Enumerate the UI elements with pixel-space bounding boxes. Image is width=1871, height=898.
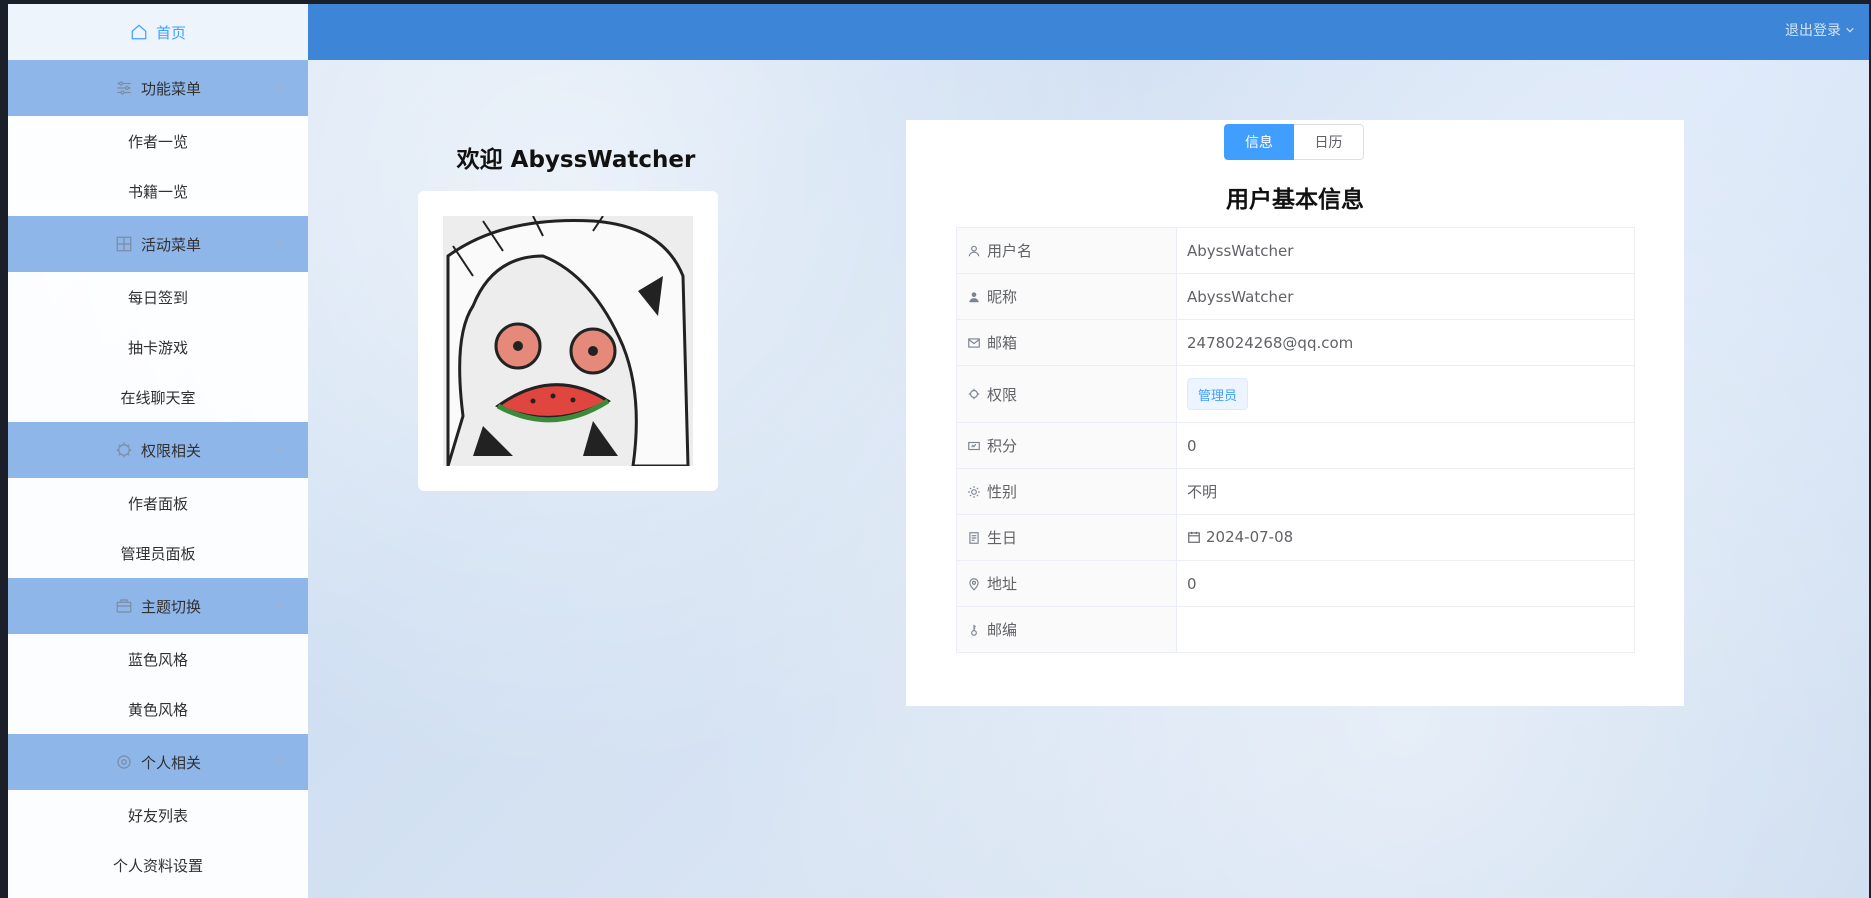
chevron-down-icon (1846, 27, 1854, 33)
home-icon (131, 24, 147, 40)
mail-icon (968, 337, 980, 348)
briefcase-icon (115, 597, 133, 615)
document-icon (969, 531, 979, 544)
submenu-theme[interactable]: 主题切换 (8, 578, 308, 634)
sidebar: 首页 功能菜单 作者一览 书籍一览 活动菜单 每日签到 抽卡游戏 在线聊天室 权… (8, 4, 308, 898)
table-row: 积分 0 (956, 422, 1635, 469)
label-address: 地址 (987, 575, 1018, 593)
sidebar-item-yellow-theme[interactable]: 黄色风格 (8, 684, 308, 734)
table-row: 昵称 AbyssWatcher (956, 273, 1635, 320)
tab-calendar[interactable]: 日历 (1294, 124, 1364, 160)
info-title: 用户基本信息 (1226, 187, 1364, 213)
sidebar-item-profile-settings[interactable]: 个人资料设置 (8, 840, 308, 890)
user-info-table: 用户名 AbyssWatcher 昵称 AbyssWatcher 邮箱 2478… (956, 227, 1635, 653)
label-postcode: 邮编 (987, 621, 1018, 639)
chevron-up-icon (275, 84, 285, 90)
cpu-icon (968, 388, 980, 400)
value-birthday: 2024-07-08 (1206, 527, 1294, 546)
sun-icon (968, 485, 980, 498)
app-window: 首页 功能菜单 作者一览 书籍一览 活动菜单 每日签到 抽卡游戏 在线聊天室 权… (8, 4, 1869, 898)
table-row: 性别 不明 (956, 468, 1635, 515)
label-email: 邮箱 (987, 334, 1018, 352)
table-row: 地址 0 (956, 560, 1635, 607)
submenu-activities[interactable]: 活动菜单 (8, 216, 308, 272)
avatar-card (418, 191, 718, 491)
chevron-up-icon (275, 758, 285, 764)
value-postcode (1176, 606, 1635, 653)
table-row: 权限 管理员 (956, 365, 1635, 423)
chevron-up-icon (275, 240, 285, 246)
user-info-card: 信息 日历 用户基本信息 用户名 AbyssWatcher 昵称 AbyssWa… (906, 120, 1684, 706)
location-icon (969, 577, 979, 591)
grid-icon (115, 235, 133, 253)
sidebar-item-checkin[interactable]: 每日签到 (8, 272, 308, 322)
avatar-image[interactable] (443, 216, 693, 466)
chevron-up-icon (275, 602, 285, 608)
label-points: 积分 (987, 437, 1018, 455)
sidebar-item-friends[interactable]: 好友列表 (8, 790, 308, 840)
ticket-icon (968, 441, 980, 450)
calendar-icon (1188, 531, 1200, 543)
label-birthday: 生日 (987, 529, 1018, 547)
logout-dropdown[interactable]: 退出登录 (1785, 20, 1855, 40)
settings-icon (115, 753, 133, 771)
label-gender: 性别 (987, 483, 1018, 501)
top-header: 退出登录 (308, 4, 1869, 60)
user-icon (968, 245, 980, 256)
sidebar-item-blue-theme[interactable]: 蓝色风格 (8, 634, 308, 684)
submenu-label: 权限相关 (140, 441, 201, 460)
value-email: 2478024268@qq.com (1176, 319, 1635, 366)
cpu-icon (115, 441, 133, 459)
submenu-functions[interactable]: 功能菜单 (8, 60, 308, 116)
label-role: 权限 (987, 385, 1018, 404)
sidebar-item-home[interactable]: 首页 (8, 4, 308, 60)
submenu-permissions[interactable]: 权限相关 (8, 422, 308, 478)
info-tabs: 信息 日历 (1224, 124, 1364, 160)
submenu-label: 个人相关 (140, 753, 201, 772)
chevron-up-icon (275, 446, 285, 452)
welcome-title: 欢迎 AbyssWatcher (456, 147, 696, 173)
sidebar-item-label: 首页 (155, 23, 186, 42)
submenu-label: 功能菜单 (140, 79, 201, 98)
sliders-icon (115, 79, 133, 97)
value-points: 0 (1176, 422, 1635, 469)
user-filled-icon (969, 291, 979, 302)
key-icon (971, 624, 977, 636)
sidebar-item-author-panel[interactable]: 作者面板 (8, 478, 308, 528)
submenu-label: 活动菜单 (140, 235, 201, 254)
sidebar-item-gacha[interactable]: 抽卡游戏 (8, 322, 308, 372)
submenu-personal[interactable]: 个人相关 (8, 734, 308, 790)
sidebar-item-books[interactable]: 书籍一览 (8, 166, 308, 216)
sidebar-item-chatroom[interactable]: 在线聊天室 (8, 372, 308, 422)
value-nickname: AbyssWatcher (1176, 273, 1635, 320)
label-username: 用户名 (987, 242, 1033, 260)
role-tag: 管理员 (1187, 378, 1249, 410)
table-row: 生日 2024-07-08 (956, 514, 1635, 561)
value-username: AbyssWatcher (1176, 227, 1635, 274)
sidebar-item-authors[interactable]: 作者一览 (8, 116, 308, 166)
sidebar-item-admin-panel[interactable]: 管理员面板 (8, 528, 308, 578)
value-address: 0 (1176, 560, 1635, 607)
table-row: 邮编 (956, 606, 1635, 653)
label-nickname: 昵称 (987, 288, 1018, 306)
logout-label: 退出登录 (1785, 23, 1841, 39)
value-gender: 不明 (1176, 468, 1635, 515)
tab-info[interactable]: 信息 (1224, 124, 1294, 160)
table-row: 用户名 AbyssWatcher (956, 227, 1635, 274)
submenu-label: 主题切换 (140, 597, 201, 616)
table-row: 邮箱 2478024268@qq.com (956, 319, 1635, 366)
